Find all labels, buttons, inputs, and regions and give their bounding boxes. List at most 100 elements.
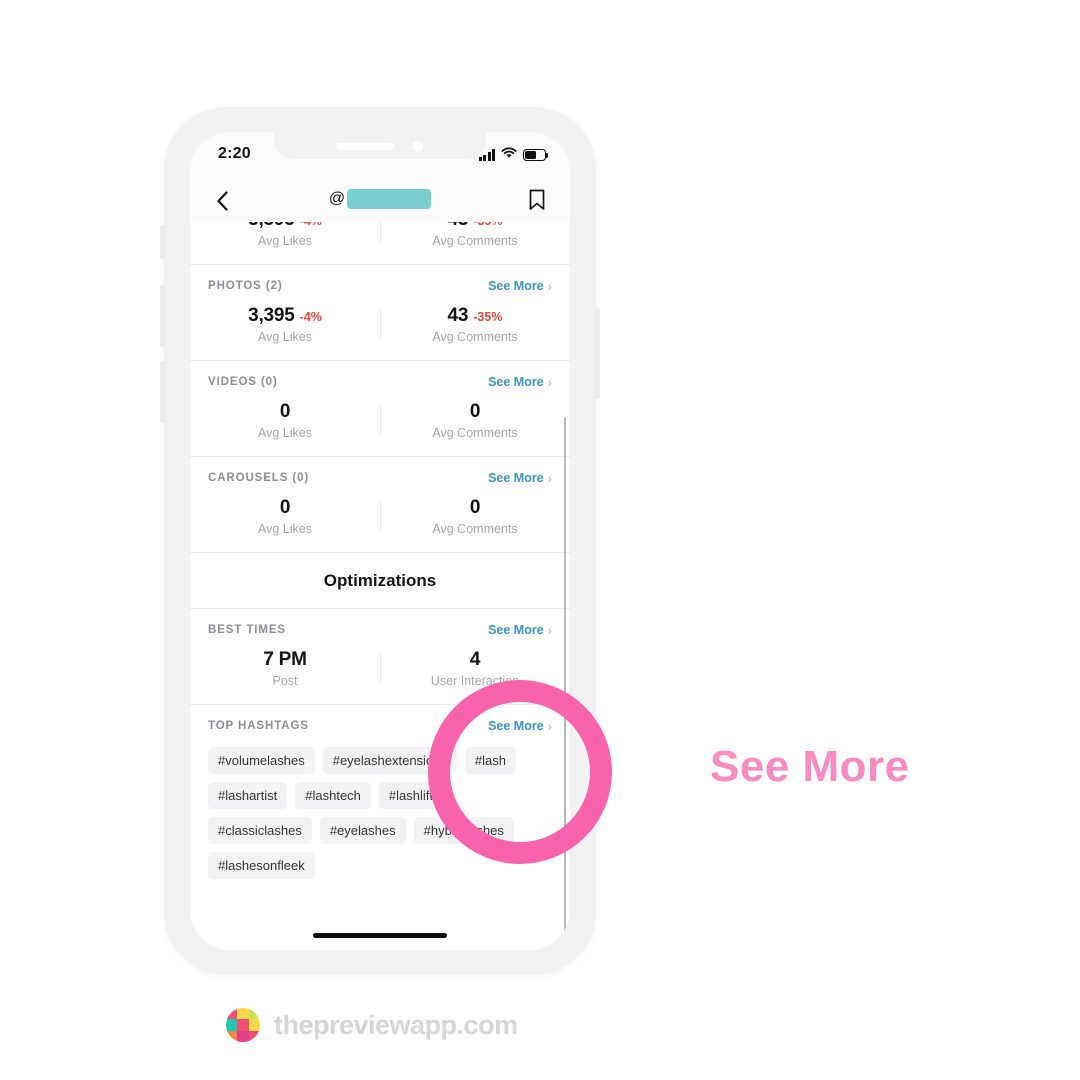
partial-cut-off-stat-row: 3,395 -4% Avg Likes 43 -35% Avg Comments (190, 222, 570, 265)
stat-label: Avg Likes (258, 234, 312, 248)
stat-label: Avg Comments (432, 522, 518, 536)
stat-value: 0 (279, 497, 291, 518)
hashtag-chip[interactable]: #volumelashes (208, 747, 315, 774)
stat-value: 7 PM (263, 649, 307, 670)
hashtag-chip[interactable]: #lashartist (208, 782, 288, 809)
phone-volume-up-button (160, 285, 165, 347)
phone-power-button (595, 307, 600, 399)
stat-label: Avg Likes (258, 522, 312, 536)
stat-delta: -4% (299, 310, 322, 324)
logo-grid-cell (248, 1019, 260, 1031)
stat-cell: 43 -35% Avg Comments (380, 305, 570, 344)
stat-value: 3,395 (248, 222, 295, 231)
section-photos: PHOTOS (2) See More › 3,395 -4% Avg Like… (190, 265, 570, 361)
chevron-right-icon: › (547, 470, 552, 486)
stat-label: Avg Comments (432, 426, 518, 440)
chevron-right-icon: › (547, 374, 552, 390)
phone-notch (274, 132, 486, 159)
app-nav-bar: @ (190, 180, 570, 222)
stat-value: 0 (279, 401, 291, 422)
section-header: BEST TIMES See More › (190, 609, 570, 639)
stat-cell: 3,395 -4% Avg Likes (190, 222, 380, 248)
see-more-link-carousels[interactable]: See More › (488, 471, 552, 485)
chevron-right-icon: › (547, 622, 552, 638)
logo-grid-cell (237, 1019, 249, 1031)
bookmark-icon[interactable] (526, 188, 548, 212)
see-more-label: See More (488, 623, 544, 637)
status-bar-icons (478, 146, 549, 164)
section-carousels: CAROUSELS (0) See More › 0 Avg Likes 0 A… (190, 457, 570, 553)
see-more-link-videos[interactable]: See More › (488, 375, 552, 389)
preview-app-grid-logo-icon (226, 1008, 260, 1042)
stat-value: 4 (469, 649, 481, 670)
logo-grid-cell (248, 1008, 260, 1020)
section-header: CAROUSELS (0) See More › (190, 457, 570, 487)
logo-grid-cell (226, 1008, 238, 1020)
stat-value: 43 (447, 305, 469, 326)
section-videos: VIDEOS (0) See More › 0 Avg Likes 0 Avg … (190, 361, 570, 457)
stat-value: 0 (469, 401, 481, 422)
logo-grid-cell (237, 1008, 249, 1020)
stat-delta: -35% (473, 310, 503, 324)
stat-delta: -4% (300, 222, 322, 228)
stat-label: Avg Comments (432, 330, 518, 344)
logo-grid-cell (226, 1019, 238, 1031)
section-title: CAROUSELS (0) (208, 472, 310, 484)
stat-row: 3,395 -4% Avg Likes 43 -35% Avg Comments (190, 295, 570, 360)
logo-grid-cell (237, 1030, 249, 1042)
optimizations-header-band: Optimizations (190, 553, 570, 609)
vertical-scrollbar[interactable] (563, 417, 566, 950)
phone-mute-switch (160, 225, 165, 259)
stat-cell: 43 -35% Avg Comments (380, 222, 570, 248)
brand-website-text: thepreviewapp.com (274, 1009, 518, 1040)
status-bar-time: 2:20 (218, 145, 251, 162)
see-more-label: See More (488, 279, 544, 293)
stat-label: Avg Likes (258, 330, 312, 344)
notch-camera-icon (412, 141, 423, 152)
phone-volume-down-button (160, 361, 165, 423)
stat-value: 0 (469, 497, 481, 518)
hashtag-chip[interactable]: #eyelashes (319, 817, 406, 844)
stat-row: 0 Avg Likes 0 Avg Comments (190, 487, 570, 552)
section-header: PHOTOS (2) See More › (190, 265, 570, 295)
home-indicator (313, 933, 447, 938)
account-title: @ (190, 189, 570, 209)
annotation-highlight-circle (428, 680, 612, 864)
stat-value: 3,395 (248, 305, 295, 326)
hashtag-chip[interactable]: #classiclashes (208, 817, 312, 844)
section-header: VIDEOS (0) See More › (190, 361, 570, 391)
username-redaction-bar (347, 189, 432, 209)
section-title: PHOTOS (2) (208, 280, 283, 292)
footer-branding: thepreviewapp.com (226, 1008, 518, 1042)
stat-cell: 7 PM Post (190, 649, 380, 688)
stat-cell: 3,395 -4% Avg Likes (190, 305, 380, 344)
see-more-label: See More (488, 375, 544, 389)
hashtag-chip[interactable]: #lashesonfleek (208, 852, 315, 879)
stat-delta: -35% (473, 222, 502, 228)
see-more-link-best-times[interactable]: See More › (488, 623, 552, 637)
hashtag-chip[interactable]: #lashtech (295, 782, 371, 809)
logo-grid-cell (226, 1030, 238, 1042)
stat-label: Avg Likes (258, 426, 312, 440)
at-symbol: @ (328, 190, 346, 207)
see-more-link-photos[interactable]: See More › (488, 279, 552, 293)
wifi-icon (501, 146, 517, 164)
see-more-label: See More (488, 471, 544, 485)
stat-label: Post (272, 674, 298, 688)
stat-cell: 0 Avg Comments (380, 401, 570, 440)
optimizations-heading: Optimizations (323, 571, 437, 590)
section-title: VIDEOS (0) (208, 376, 278, 388)
chevron-right-icon: › (547, 278, 552, 294)
annotation-callout-label: See More (710, 742, 910, 791)
stat-label: Avg Comments (432, 234, 518, 248)
stat-cell: 0 Avg Likes (190, 497, 380, 536)
notch-speaker (336, 143, 394, 150)
section-title: BEST TIMES (208, 624, 287, 636)
stat-cell: 0 Avg Comments (380, 497, 570, 536)
battery-icon (523, 149, 549, 161)
logo-grid-cell (248, 1030, 260, 1042)
stat-value: 43 (448, 222, 469, 231)
stat-cell: 0 Avg Likes (190, 401, 380, 440)
section-title: TOP HASHTAGS (208, 720, 309, 732)
stat-row: 0 Avg Likes 0 Avg Comments (190, 391, 570, 456)
